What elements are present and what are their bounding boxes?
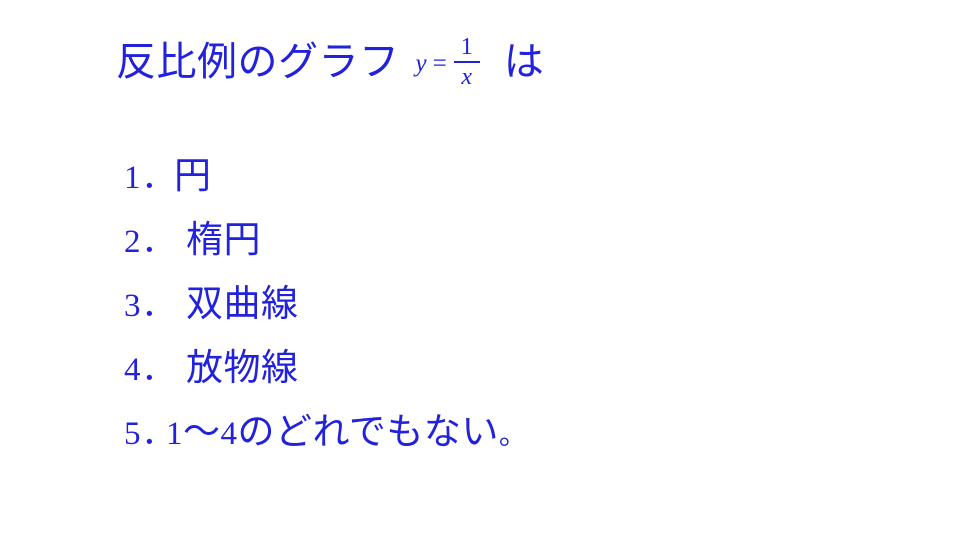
choice-label-3: 双曲線 <box>186 283 299 324</box>
choice-number-2: 2． <box>124 224 176 260</box>
inline-equation: y = 1 x <box>415 34 480 92</box>
choice-label-5: 1〜4のどれでもない。 <box>166 413 527 451</box>
choice-label-2: 楕円 <box>186 219 261 260</box>
choice-5-period: 。 <box>498 419 528 450</box>
choice-number-3: 3． <box>124 288 176 324</box>
choice-label-1: 円 <box>174 155 212 196</box>
answer-choice-3[interactable]: 3． 双曲線 <box>124 285 884 349</box>
choice-label-4: 放物線 <box>186 347 299 388</box>
fraction-one-over-x: 1 x <box>453 34 480 91</box>
title-lead-text: 反比例のグラフ <box>116 39 400 84</box>
choice-5-range-end: 4 <box>220 416 238 452</box>
choice-number-4: 4． <box>124 352 176 388</box>
fraction-denominator: x <box>461 64 473 91</box>
answer-choice-list: 1． 円 2． 楕円 3． 双曲線 4． 放物線 5． 1〜4のどれでもない。 <box>124 157 884 477</box>
equation-lhs-variable: y <box>415 50 427 78</box>
equation-equals-sign: = <box>432 50 447 78</box>
answer-choice-1[interactable]: 1． 円 <box>124 157 884 221</box>
fraction-numerator: 1 <box>460 34 473 60</box>
choice-number-1: 1． <box>124 160 176 196</box>
choice-5-tail-kana: のどれでもない <box>237 411 499 452</box>
answer-choice-2[interactable]: 2． 楕円 <box>124 221 884 285</box>
answer-choice-5[interactable]: 5． 1〜4のどれでもない。 <box>124 413 884 477</box>
title-trailing-particle: は <box>503 39 544 84</box>
choice-5-range-dash: 〜 <box>183 411 221 452</box>
answer-choice-4[interactable]: 4． 放物線 <box>124 349 884 413</box>
choice-5-range-start: 1 <box>166 416 183 452</box>
quiz-slide: 反比例のグラフ y = 1 x は 1． 円 2． 楕円 3． 双曲線 4． 放… <box>0 0 960 540</box>
slide-title: 反比例のグラフ y = 1 x は <box>116 34 544 90</box>
